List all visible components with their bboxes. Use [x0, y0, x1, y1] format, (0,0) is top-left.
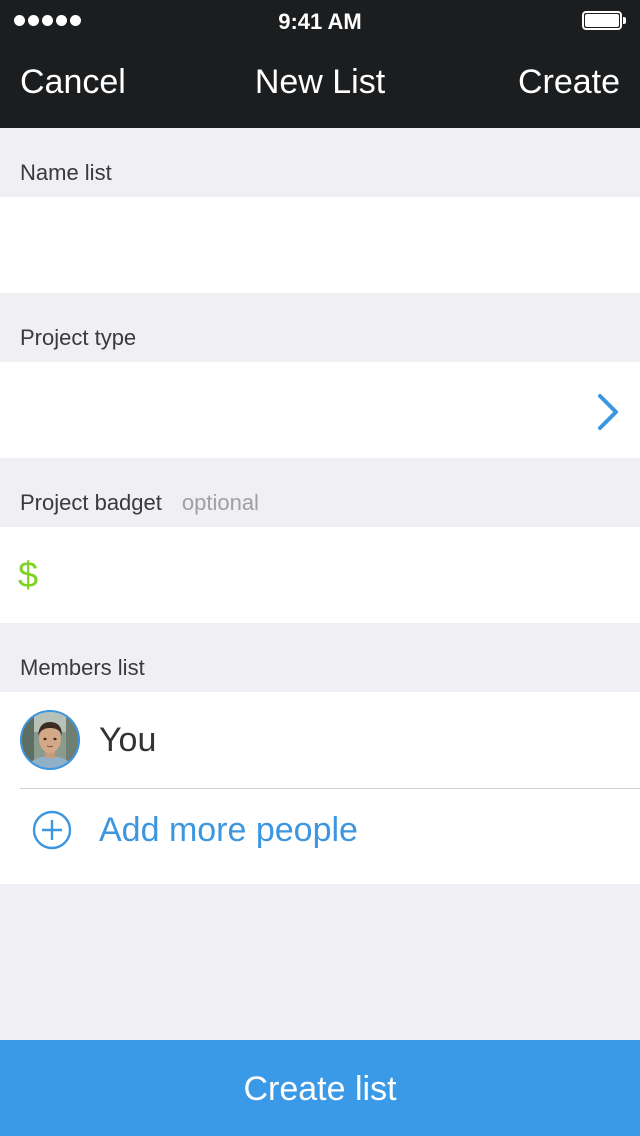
battery-nub — [623, 17, 626, 24]
project-budget-field[interactable]: $ — [0, 527, 640, 625]
status-bar: 9:41 AM — [0, 0, 640, 40]
project-budget-label-text: Project badget — [20, 490, 162, 515]
project-budget-label: Project badget optional — [20, 490, 259, 516]
cancel-button[interactable]: Cancel — [20, 62, 126, 102]
battery-icon — [582, 11, 626, 30]
project-type-selector[interactable] — [0, 362, 640, 458]
name-list-input[interactable] — [20, 197, 584, 295]
avatar — [20, 710, 80, 770]
member-row-you[interactable]: You — [0, 692, 640, 788]
header: 9:41 AM Cancel New List Create — [0, 0, 640, 128]
add-more-people-button[interactable]: Add more people — [0, 789, 640, 884]
plus-circle-icon — [32, 810, 72, 850]
name-list-field[interactable] — [0, 197, 640, 295]
add-more-people-label: Add more people — [99, 811, 358, 849]
user-avatar-icon — [20, 710, 80, 770]
optional-hint: optional — [181, 490, 259, 515]
name-list-label: Name list — [20, 160, 112, 185]
project-type-label: Project type — [20, 325, 137, 350]
create-button[interactable]: Create — [518, 62, 620, 102]
status-time: 9:41 AM — [278, 9, 362, 34]
new-list-screen: 9:41 AM Cancel New List Create Name list… — [0, 0, 640, 1136]
members-list-label: Members list — [20, 655, 145, 680]
dollar-icon: $ — [18, 554, 39, 595]
members-list: You Add more people — [0, 692, 640, 884]
create-list-button[interactable]: Create list — [0, 1040, 640, 1136]
project-budget-input[interactable] — [52, 527, 616, 625]
battery-fill — [585, 14, 619, 27]
chevron-right-icon — [598, 394, 618, 430]
member-name: You — [99, 721, 157, 759]
